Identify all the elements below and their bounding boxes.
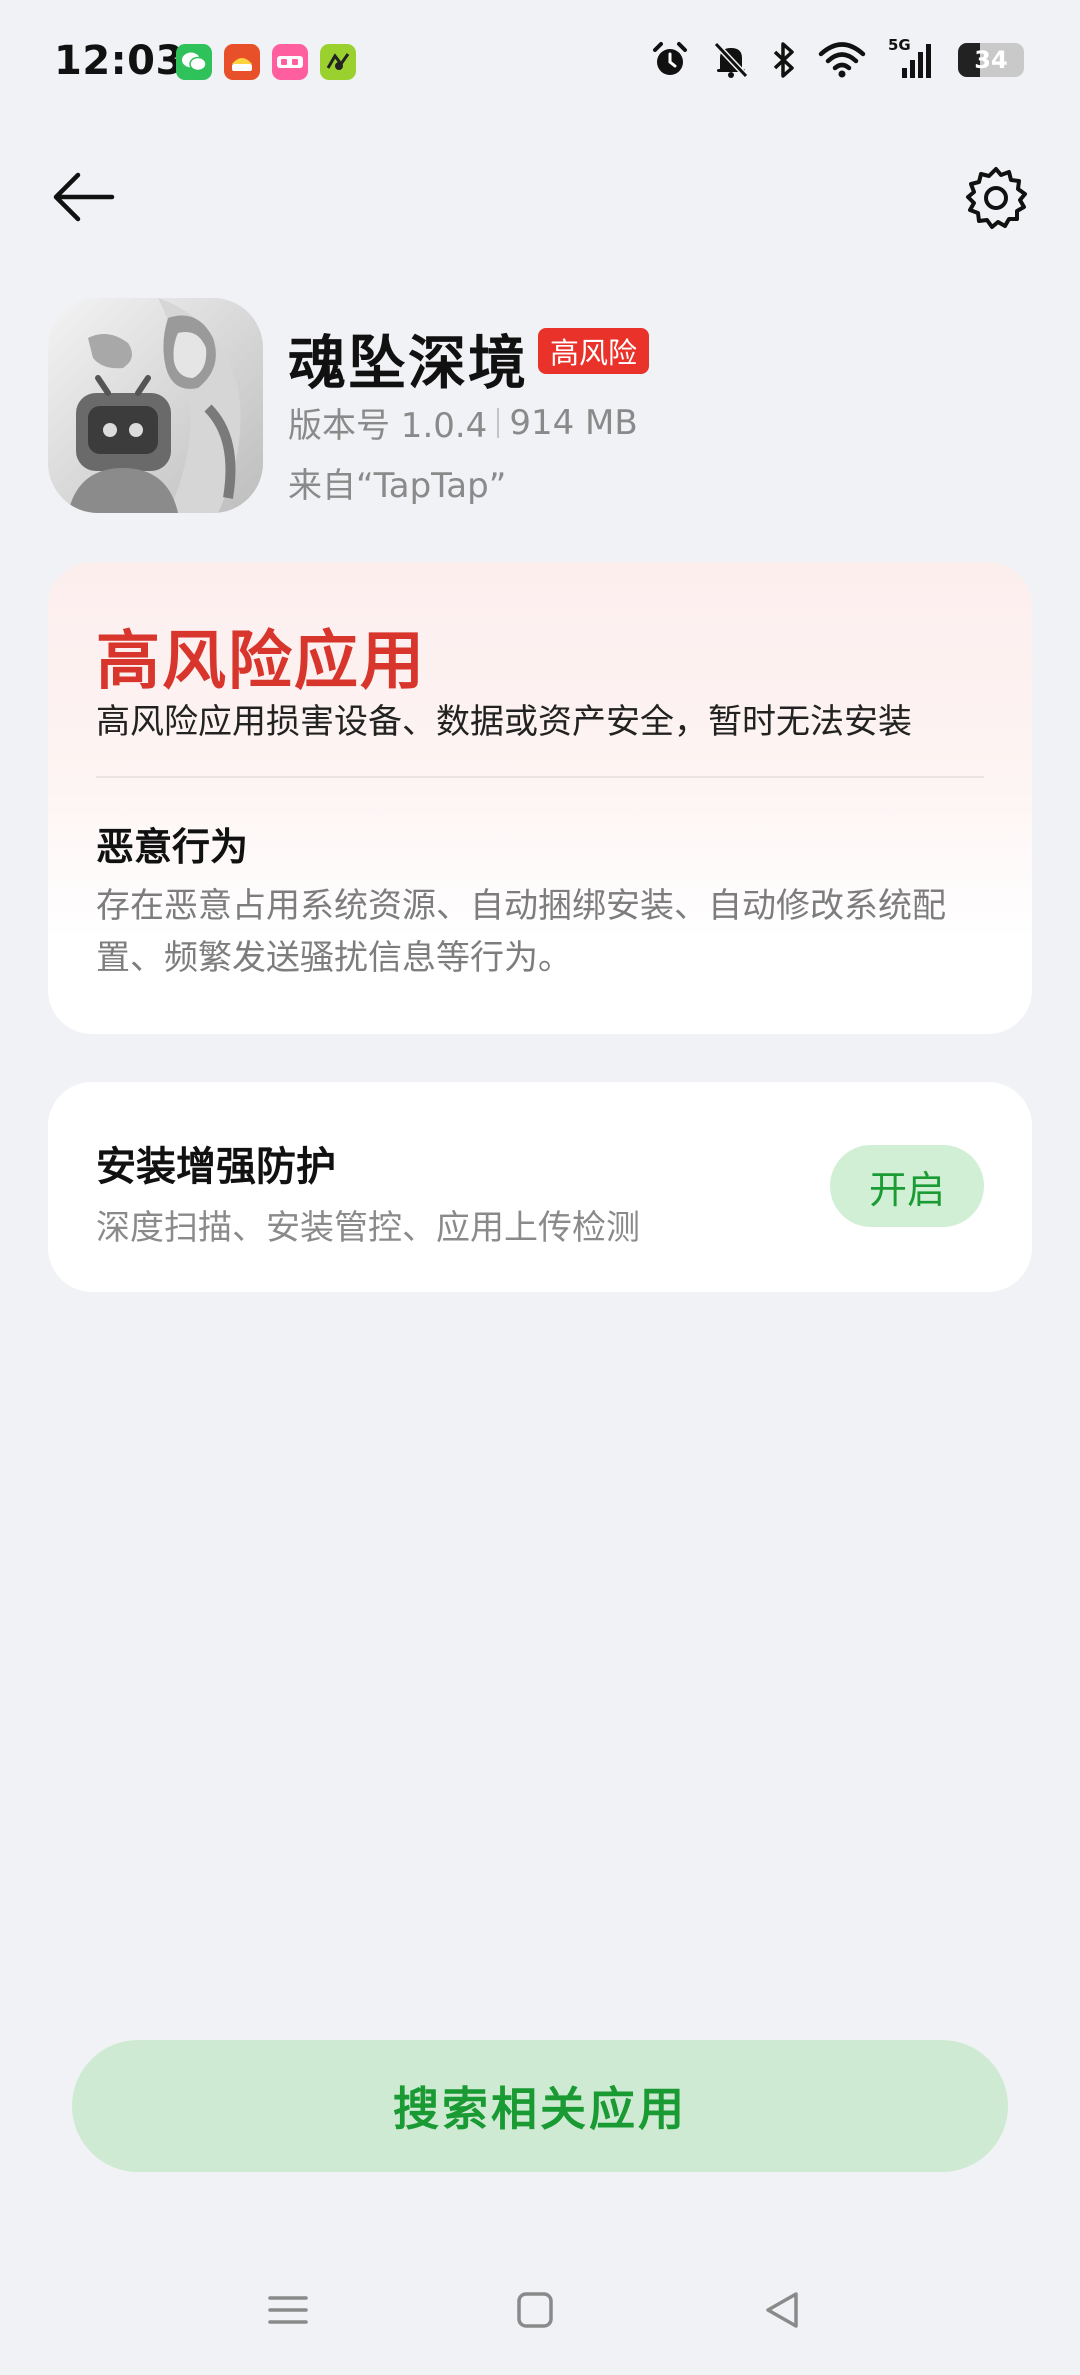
notification-icons [176,44,356,80]
risk-description: 高风险应用损害设备、数据或资产安全，暂时无法安装 [96,702,912,742]
settings-button[interactable] [960,162,1032,234]
home-button[interactable] [505,2280,565,2340]
protection-description: 深度扫描、安装管控、应用上传检测 [96,1208,640,1248]
navigation-bar [0,2270,1080,2350]
back-button[interactable] [48,165,120,229]
gear-icon [966,167,1027,229]
enable-protection-button[interactable]: 开启 [830,1145,984,1227]
app-icon [48,298,263,513]
battery-level: 34 [974,46,1008,74]
home-square-icon [517,2292,553,2328]
app-notification-icon [224,44,260,80]
alarm-icon [653,42,687,75]
risk-badge: 高风险 [538,328,650,374]
game-icon [320,44,356,80]
app-size: 914 MB [509,402,638,443]
app-name: 魂坠深境 [288,329,529,397]
behavior-description: 存在恶意占用系统资源、自动捆绑安装、自动修改系统配置、频繁发送骚扰信息等行为。 [96,886,946,978]
app-install-risk-page: 12:03 5G 34 魂坠深境 高风险 版本号 1.0.4 914 MB 来自… [0,0,1080,2375]
system-icons: 5G 34 [650,36,1024,80]
recents-button[interactable] [258,2280,318,2340]
meta-separator [497,407,500,438]
lala-icon [272,44,308,80]
back-nav-button[interactable] [752,2280,812,2340]
protection-title: 安装增强防护 [96,1144,336,1190]
risk-card: 高风险应用 高风险应用损害设备、数据或资产安全，暂时无法安装 恶意行为 存在恶意… [48,562,1032,1034]
protection-card: 安装增强防护 深度扫描、安装管控、应用上传检测 开启 [48,1082,1032,1292]
app-meta: 版本号 1.0.4 914 MB [288,398,638,447]
battery-icon: 34 [958,43,1024,77]
divider [96,776,984,778]
signal-5g-icon: 5G [888,36,936,80]
status-bar: 12:03 5G 34 [0,0,1080,125]
arrow-left-icon [53,172,115,222]
behavior-title: 恶意行为 [96,825,249,869]
wechat-icon [176,44,212,80]
bell-muted-icon [713,41,749,79]
menu-icon [268,2296,308,2324]
app-version: 版本号 1.0.4 [288,406,488,446]
triangle-back-icon [766,2292,798,2328]
bluetooth-icon [773,42,794,78]
app-source: 来自“TapTap” [288,466,507,506]
search-related-apps-button[interactable]: 搜索相关应用 [72,2040,1008,2172]
risk-title: 高风险应用 [96,625,426,699]
status-time: 12:03 [54,38,184,84]
wifi-icon [818,42,866,78]
